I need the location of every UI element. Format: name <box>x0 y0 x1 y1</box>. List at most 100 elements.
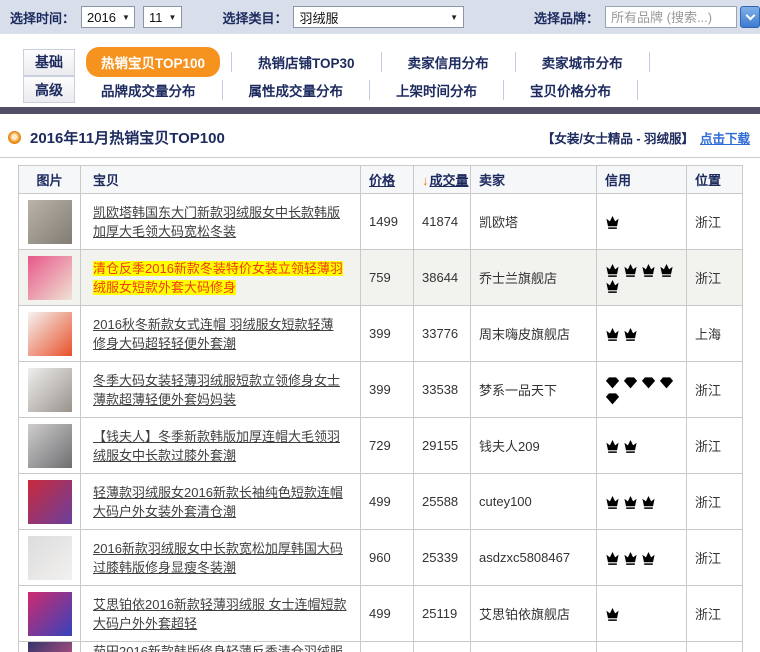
brand-dropdown-button[interactable] <box>740 6 760 28</box>
image-cell <box>19 530 81 586</box>
dropdown-arrow-icon: ▼ <box>450 13 458 22</box>
chevron-down-icon <box>745 11 755 21</box>
tab-hot-items-top100[interactable]: 热销宝贝TOP100 <box>86 47 220 77</box>
month-select-value: 11 <box>149 10 163 25</box>
tab-seller-credit-distribution[interactable]: 卖家信用分布 <box>384 52 513 72</box>
price-cell <box>361 642 414 652</box>
credit-icons <box>597 474 687 530</box>
seller-name: cutey100 <box>471 474 597 530</box>
item-cell: 冬季大码女装轻薄羽绒服短款立领修身女士薄款超薄轻便外套妈妈装 <box>81 362 361 418</box>
product-title-link[interactable]: 清仓反季2016新款冬装特价女装立领轻薄羽绒服女短款外套大码修身 <box>93 261 343 295</box>
location-cell: 浙江 <box>687 418 743 474</box>
section-bullet-icon <box>8 131 21 144</box>
year-select[interactable]: 2016 ▼ <box>81 6 135 28</box>
seller-name: asdzxc5808467 <box>471 530 597 586</box>
blue-gem-icon <box>605 375 620 390</box>
gold-crown-icon <box>605 439 620 454</box>
sales-cell <box>414 642 471 652</box>
product-image[interactable] <box>28 642 72 652</box>
tab-item-price-distribution[interactable]: 宝贝价格分布 <box>506 80 635 100</box>
item-cell: 2016秋冬新款女式连帽 羽绒服女短款轻薄 修身大码超轻轻便外套潮 <box>81 306 361 362</box>
blue-crown-icon <box>605 279 620 294</box>
category-select[interactable]: 羽绒服 ▼ <box>293 6 464 28</box>
year-select-value: 2016 <box>87 10 116 25</box>
image-cell <box>19 474 81 530</box>
item-cell: 2016新款羽绒服女中长款宽松加厚韩国大码过膝韩版修身显瘦冬装潮 <box>81 530 361 586</box>
header-seller: 卖家 <box>471 166 597 194</box>
product-image[interactable] <box>28 480 72 524</box>
tab-listing-time-distribution[interactable]: 上架时间分布 <box>372 80 501 100</box>
blue-crown-icon <box>605 327 620 342</box>
blue-crown-icon <box>623 551 638 566</box>
price-cell: 399 <box>361 306 414 362</box>
sales-cell: 25339 <box>414 530 471 586</box>
product-image[interactable] <box>28 536 72 580</box>
credit-icons <box>597 530 687 586</box>
product-title-link[interactable]: 2016秋冬新款女式连帽 羽绒服女短款轻薄 修身大码超轻轻便外套潮 <box>93 317 334 351</box>
product-image[interactable] <box>28 592 72 636</box>
blue-crown-icon <box>641 263 656 278</box>
header-item: 宝贝 <box>81 166 361 194</box>
tab-hot-shops-top30[interactable]: 热销店铺TOP30 <box>234 52 379 72</box>
table-row: 茄田2016新款韩版修身轻薄反季清仓羽绒服女短款连 <box>19 642 743 652</box>
product-title-link[interactable]: 轻薄款羽绒服女2016新款长袖纯色短款连帽大码户外女装外套清仓潮 <box>93 485 343 519</box>
seller-name: 梦系一品天下 <box>471 362 597 418</box>
image-cell <box>19 642 81 652</box>
table-row: 清仓反季2016新款冬装特价女装立领轻薄羽绒服女短款外套大码修身 759 386… <box>19 250 743 306</box>
blue-crown-icon <box>641 495 656 510</box>
download-link[interactable]: 点击下载 <box>700 128 750 147</box>
product-title-link[interactable]: 凯欧塔韩国东大门新款羽绒服女中长款韩版加厚大毛领大码宽松冬装 <box>93 205 340 239</box>
product-image[interactable] <box>28 312 72 356</box>
price-sort-link[interactable]: 价格 <box>369 173 395 188</box>
credit-icons <box>597 306 687 362</box>
brand-search-input[interactable] <box>605 6 737 28</box>
price-cell: 1499 <box>361 194 414 250</box>
basic-tab-row: 基础 热销宝贝TOP100 热销店铺TOP30 卖家信用分布 卖家城市分布 <box>0 48 760 76</box>
item-cell: 清仓反季2016新款冬装特价女装立领轻薄羽绒服女短款外套大码修身 <box>81 250 361 306</box>
blue-crown-icon <box>623 495 638 510</box>
dropdown-arrow-icon: ▼ <box>169 13 177 22</box>
product-title-link[interactable]: 冬季大码女装轻薄羽绒服短款立领修身女士薄款超薄轻便外套妈妈装 <box>93 373 340 407</box>
location-cell: 浙江 <box>687 194 743 250</box>
product-image[interactable] <box>28 256 72 300</box>
table-row: 艾思铂依2016新款轻薄羽绒服 女士连帽短款大码户外外套超轻 499 25119… <box>19 586 743 642</box>
price-cell: 759 <box>361 250 414 306</box>
credit-icons <box>597 642 687 652</box>
table-row: 【钱夫人】冬季新款韩版加厚连帽大毛领羽绒服女中长款过膝外套潮 729 29155… <box>19 418 743 474</box>
month-select[interactable]: 11 ▼ <box>143 6 182 28</box>
image-cell <box>19 586 81 642</box>
location-cell: 浙江 <box>687 250 743 306</box>
blue-gem-icon <box>641 375 656 390</box>
product-title-link[interactable]: 艾思铂依2016新款轻薄羽绒服 女士连帽短款大码户外外套超轻 <box>93 597 347 631</box>
location-cell: 浙江 <box>687 586 743 642</box>
sales-cell: 33538 <box>414 362 471 418</box>
price-cell: 399 <box>361 362 414 418</box>
product-title-link[interactable]: 【钱夫人】冬季新款韩版加厚连帽大毛领羽绒服女中长款过膝外套潮 <box>93 429 340 463</box>
category-filter-label: 选择类目： <box>222 8 287 27</box>
tab-brand-volume-distribution[interactable]: 品牌成交量分布 <box>77 80 220 100</box>
seller-name: 艾思铂依旗舰店 <box>471 586 597 642</box>
sort-desc-icon: ↓ <box>422 173 429 188</box>
blue-crown-icon <box>605 215 620 230</box>
header-credit: 信用 <box>597 166 687 194</box>
product-image[interactable] <box>28 200 72 244</box>
location-cell: 浙江 <box>687 362 743 418</box>
sales-cell: 29155 <box>414 418 471 474</box>
product-title-link[interactable]: 茄田2016新款韩版修身轻薄反季清仓羽绒服女短款连 <box>93 644 343 652</box>
advanced-tab-row: 高级 品牌成交量分布 属性成交量分布 上架时间分布 宝贝价格分布 <box>0 76 760 104</box>
product-image[interactable] <box>28 368 72 412</box>
sales-sort-link[interactable]: 成交量 <box>430 173 469 188</box>
sales-cell: 33776 <box>414 306 471 362</box>
product-title-link[interactable]: 2016新款羽绒服女中长款宽松加厚韩国大码过膝韩版修身显瘦冬装潮 <box>93 541 343 575</box>
divider-bar <box>0 107 760 114</box>
tab-seller-city-distribution[interactable]: 卖家城市分布 <box>518 52 647 72</box>
item-cell: 茄田2016新款韩版修身轻薄反季清仓羽绒服女短款连 <box>81 642 361 652</box>
category-select-value: 羽绒服 <box>299 8 338 27</box>
table-row: 2016新款羽绒服女中长款宽松加厚韩国大码过膝韩版修身显瘦冬装潮 960 253… <box>19 530 743 586</box>
header-price: 价格 <box>361 166 414 194</box>
location-cell: 浙江 <box>687 530 743 586</box>
product-image[interactable] <box>28 424 72 468</box>
brand-combobox <box>605 6 760 28</box>
seller-name: 周末嗨皮旗舰店 <box>471 306 597 362</box>
tab-attribute-volume-distribution[interactable]: 属性成交量分布 <box>225 80 368 100</box>
